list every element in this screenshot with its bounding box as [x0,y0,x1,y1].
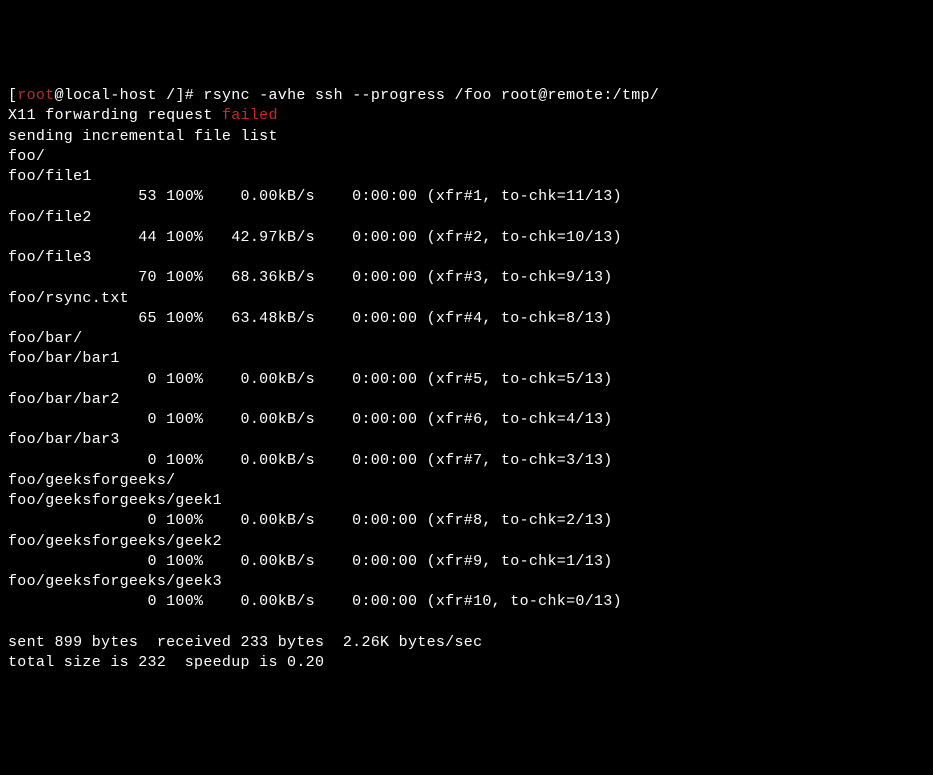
summary-total: total size is 232 speedup is 0.20 [8,653,925,673]
x11-prefix: X11 forwarding request [8,107,222,124]
progress-row: 0 100% 0.00kB/s 0:00:00 (xfr#10, to-chk=… [8,592,925,612]
progress-row: 44 100% 42.97kB/s 0:00:00 (xfr#2, to-chk… [8,228,925,248]
file-path: foo/bar/bar2 [8,390,925,410]
dir-path: foo/geeksforgeeks/ [8,471,925,491]
dir-path: foo/bar/ [8,329,925,349]
prompt-line: [root@local-host /]# rsync -avhe ssh --p… [8,86,925,106]
file-path: foo/geeksforgeeks/geek3 [8,572,925,592]
terminal-output: [root@local-host /]# rsync -avhe ssh --p… [8,86,925,673]
dir-path: foo/ [8,147,925,167]
progress-row: 0 100% 0.00kB/s 0:00:00 (xfr#9, to-chk=1… [8,552,925,572]
file-path: foo/geeksforgeeks/geek1 [8,491,925,511]
file-path: foo/bar/bar1 [8,349,925,369]
progress-row: 65 100% 63.48kB/s 0:00:00 (xfr#4, to-chk… [8,309,925,329]
prompt-at: @ [55,87,64,104]
progress-row: 0 100% 0.00kB/s 0:00:00 (xfr#7, to-chk=3… [8,451,925,471]
blank-line [8,613,925,633]
progress-row: 0 100% 0.00kB/s 0:00:00 (xfr#5, to-chk=5… [8,370,925,390]
file-path: foo/rsync.txt [8,289,925,309]
command-text: rsync -avhe ssh --progress /foo root@rem… [203,87,659,104]
summary-sent: sent 899 bytes received 233 bytes 2.26K … [8,633,925,653]
progress-row: 70 100% 68.36kB/s 0:00:00 (xfr#3, to-chk… [8,268,925,288]
progress-row: 0 100% 0.00kB/s 0:00:00 (xfr#6, to-chk=4… [8,410,925,430]
progress-row: 0 100% 0.00kB/s 0:00:00 (xfr#8, to-chk=2… [8,511,925,531]
file-path: foo/bar/bar3 [8,430,925,450]
prompt-user: root [17,87,54,104]
prompt-host: local-host [64,87,157,104]
file-path: foo/geeksforgeeks/geek2 [8,532,925,552]
x11-failed: failed [222,107,278,124]
sending-line: sending incremental file list [8,127,925,147]
progress-row: 53 100% 0.00kB/s 0:00:00 (xfr#1, to-chk=… [8,187,925,207]
x11-line: X11 forwarding request failed [8,106,925,126]
file-path: foo/file1 [8,167,925,187]
prompt-close-bracket: ] [175,87,184,104]
file-path: foo/file2 [8,208,925,228]
prompt-open-bracket: [ [8,87,17,104]
prompt-path: / [157,87,176,104]
file-path: foo/file3 [8,248,925,268]
prompt-hash: # [185,87,204,104]
